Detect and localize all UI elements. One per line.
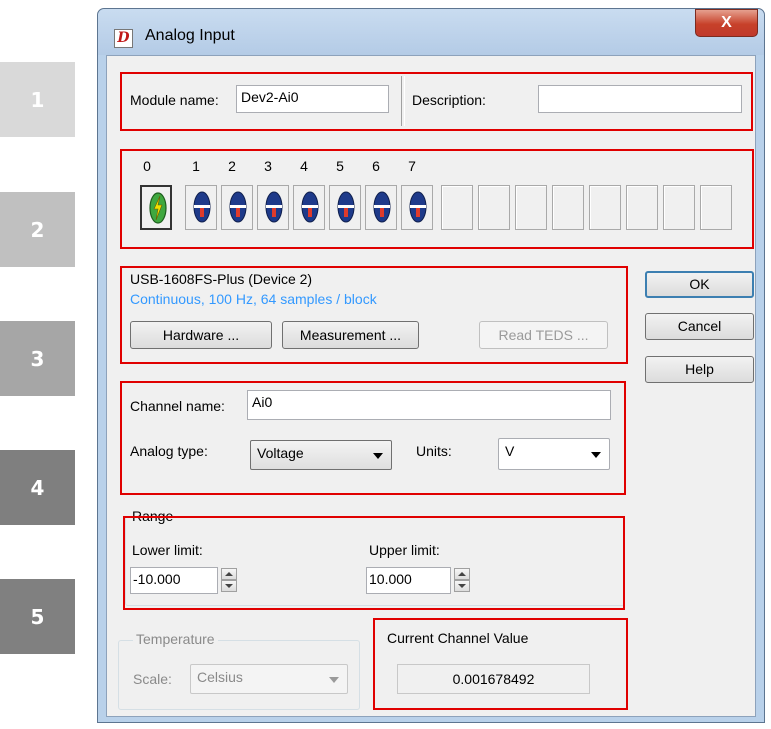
step-badge-1: 1: [0, 62, 75, 137]
scale-value: Celsius: [197, 669, 243, 685]
step-badge-5: 5: [0, 579, 75, 654]
scale-select[interactable]: Celsius: [190, 664, 348, 694]
ok-button[interactable]: OK: [645, 271, 754, 298]
highlight-box-5: [123, 516, 625, 610]
scale-label: Scale:: [133, 671, 172, 687]
highlight-box-4: [120, 381, 626, 495]
cancel-button[interactable]: Cancel: [645, 313, 754, 340]
highlight-box-3: [120, 266, 628, 364]
close-button[interactable]: X: [695, 9, 758, 37]
highlight-box-1: [120, 72, 753, 131]
step-badge-4: 4: [0, 450, 75, 525]
highlight-box-2: [120, 149, 754, 249]
help-button[interactable]: Help: [645, 356, 754, 383]
chevron-down-icon: [329, 677, 339, 683]
window-title: Analog Input: [145, 27, 235, 44]
app-icon: D: [114, 29, 133, 48]
title-bar[interactable]: D Analog Input X: [98, 9, 764, 55]
temperature-group-title: Temperature: [133, 631, 218, 647]
step-badge-2: 2: [0, 192, 75, 267]
step-badge-3: 3: [0, 321, 75, 396]
highlight-box-6: [373, 618, 628, 710]
